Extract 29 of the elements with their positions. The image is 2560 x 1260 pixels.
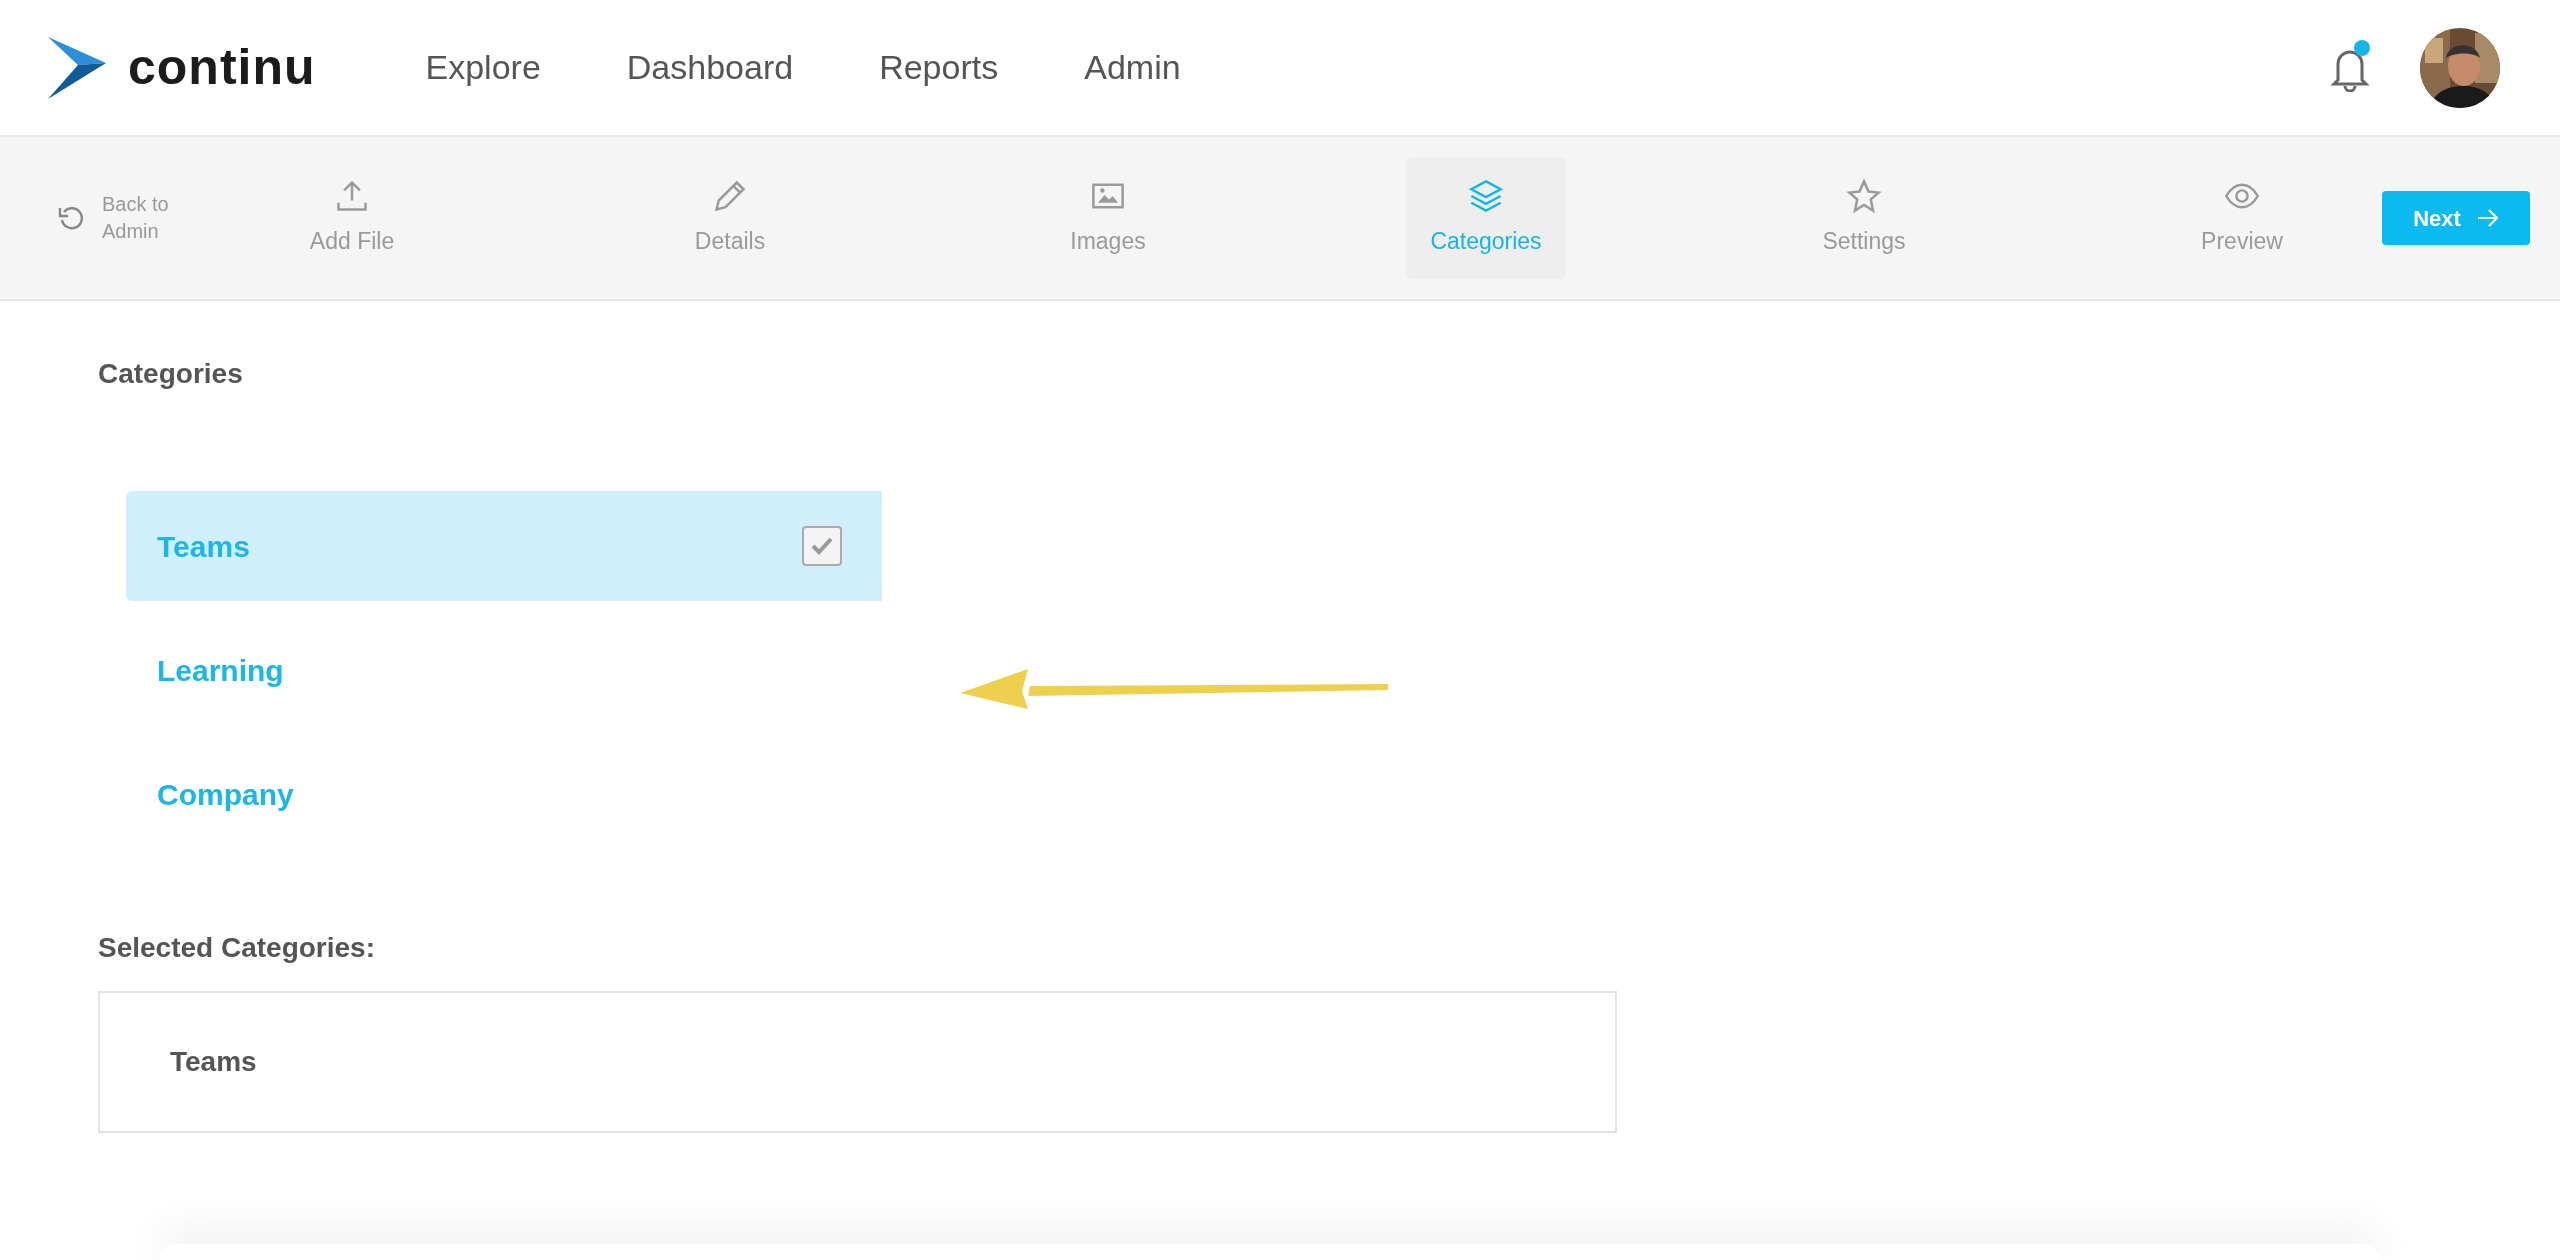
back-link[interactable]: Back to Admin [102, 191, 212, 245]
section-title: Categories [98, 357, 244, 391]
layers-icon [1468, 177, 1504, 214]
category-label: Teams [157, 528, 250, 565]
category-item[interactable]: Company [126, 739, 882, 849]
arrow-right-icon [2476, 208, 2499, 228]
step-tab[interactable]: Categories [1406, 157, 1566, 279]
undo-icon[interactable] [58, 204, 86, 232]
step-tab[interactable]: Preview [2162, 157, 2322, 279]
check-icon [810, 536, 834, 556]
logo-text: continu [128, 38, 316, 97]
next-button[interactable]: Next [2382, 191, 2530, 245]
step-tab[interactable]: Images [1028, 157, 1188, 279]
star-icon [1846, 177, 1882, 214]
category-label: Company [157, 776, 294, 813]
nav-link[interactable]: Explore [425, 42, 541, 93]
logo-icon [48, 36, 106, 99]
nav-link[interactable]: Admin [1084, 42, 1181, 93]
section-title: Selected Categories: [98, 931, 376, 965]
selected-category: Teams [170, 1045, 257, 1079]
category-item[interactable]: Teams [126, 491, 882, 601]
category-item[interactable]: Learning [126, 615, 882, 725]
category-label: Learning [157, 652, 284, 689]
checkbox[interactable] [802, 526, 842, 566]
step-tab[interactable]: Details [650, 157, 810, 279]
step-tab[interactable]: Settings [1784, 157, 1944, 279]
step-tab[interactable]: Add File [272, 157, 432, 279]
nav-link[interactable]: Dashboard [626, 42, 794, 93]
nav-link[interactable]: Reports [879, 42, 999, 93]
